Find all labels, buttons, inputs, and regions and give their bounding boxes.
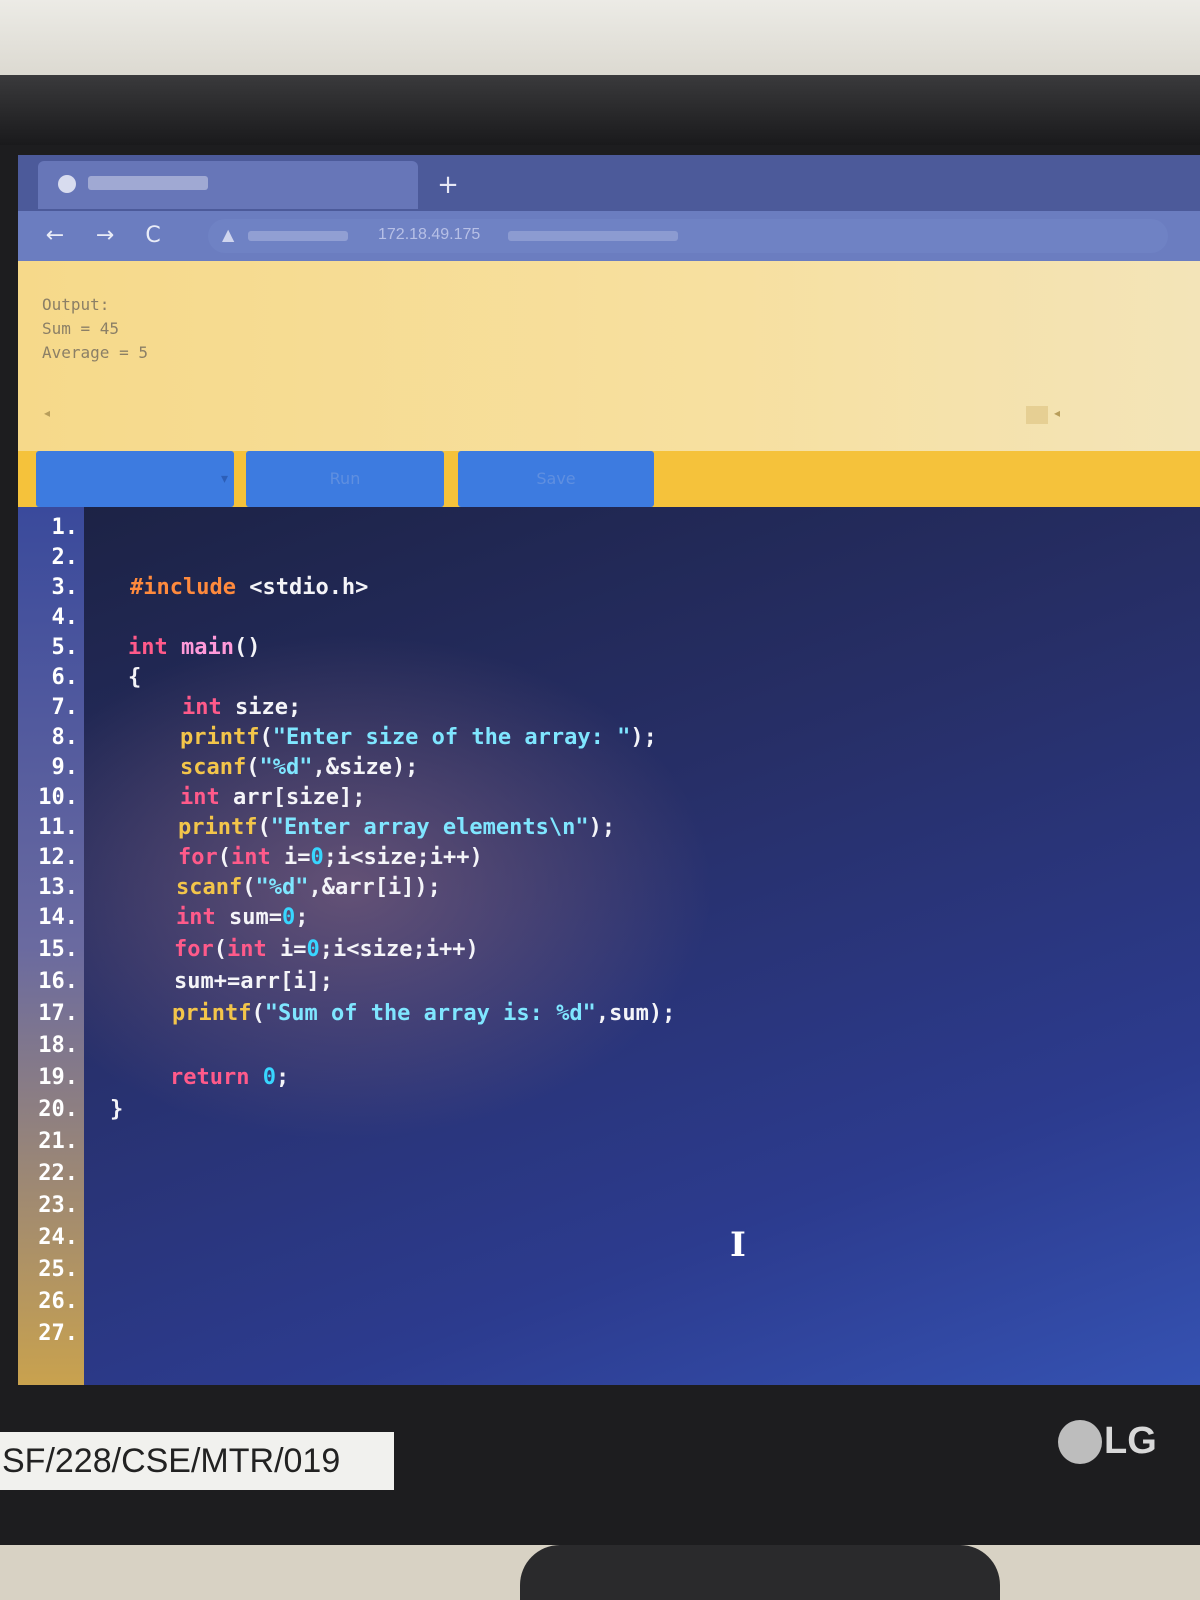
line-number: 17. <box>38 1001 78 1026</box>
line-number: 13. <box>38 875 78 900</box>
browser-toolbar: ← → C ▲ 172.18.49.175 <box>18 211 1200 261</box>
code-line-9: scanf("%d",&size); <box>180 755 419 780</box>
line-number: 4. <box>51 605 79 630</box>
line-number: 19. <box>38 1065 78 1090</box>
output-heading: Output: <box>42 295 110 314</box>
code-line-14: int sum=0; <box>176 905 309 930</box>
code-line-19: return 0; <box>170 1065 290 1090</box>
url-path-blurred <box>508 231 678 241</box>
tab-title-blurred <box>88 176 208 190</box>
line-number: 10. <box>38 785 78 810</box>
output-average-line: Average = 5 <box>42 343 148 362</box>
security-label-blurred <box>248 231 348 241</box>
url-text: 172.18.49.175 <box>378 226 481 243</box>
code-line-10: int arr[size]; <box>180 785 366 810</box>
code-line-8: printf("Enter size of the array: "); <box>180 725 657 750</box>
code-editor[interactable]: 1. 2. 3. 4. 5. 6. 7. 8. 9. 10. 11. 12. 13. 14. 15. 16. 1… <box>18 507 1200 1385</box>
output-sum-line: Sum = 45 <box>42 319 120 338</box>
output-panel: Output: Sum = 45 Average = 5 ◂ ◂ <box>18 261 1200 451</box>
text-cursor-icon: I <box>730 1225 746 1265</box>
line-number: 3. <box>51 575 79 600</box>
lg-logo-text: LG <box>1104 1420 1157 1462</box>
line-number: 9. <box>51 755 79 780</box>
code-line-15: for(int i=0;i<size;i++) <box>174 937 479 962</box>
save-button[interactable]: Save <box>458 451 654 507</box>
code-line-7: int size; <box>182 695 302 720</box>
line-number: 15. <box>38 937 78 962</box>
code-line-11: printf("Enter array elements\n"); <box>178 815 616 840</box>
controls-bar: ▾ Run Save <box>18 451 1200 507</box>
line-number: 12. <box>38 845 78 870</box>
asset-tag-sticker: SF/228/CSE/MTR/019 <box>0 1432 394 1490</box>
line-number: 26. <box>38 1289 78 1314</box>
back-arrow-icon[interactable]: ← <box>40 221 70 251</box>
code-line-3: #include <stdio.h> <box>130 575 369 600</box>
code-line-20: } <box>110 1097 124 1122</box>
code-line-17: printf("Sum of the array is: %d",sum); <box>172 1001 676 1026</box>
lg-logo-icon <box>1058 1420 1102 1464</box>
line-number: 11. <box>38 815 78 840</box>
monitor-screen: + ← → C ▲ 172.18.49.175 Output: Sum = 45… <box>18 155 1200 1385</box>
line-number: 24. <box>38 1225 78 1250</box>
monitor-stand <box>520 1545 1000 1600</box>
code-line-16: sum+=arr[i]; <box>174 969 333 994</box>
line-number: 8. <box>51 725 79 750</box>
code-line-12: for(int i=0;i<size;i++) <box>178 845 483 870</box>
line-number: 1. <box>51 515 79 540</box>
line-number: 2. <box>51 545 79 570</box>
line-number: 14. <box>38 905 78 930</box>
lg-logo: LG <box>1058 1418 1198 1468</box>
line-number: 27. <box>38 1321 78 1346</box>
line-number: 6. <box>51 665 79 690</box>
chevron-down-icon: ▾ <box>220 471 228 487</box>
globe-icon <box>58 175 76 193</box>
line-number-gutter: 1. 2. 3. 4. 5. 6. 7. 8. 9. 10. 11. 12. 13. 14. 15. 16. 1… <box>18 507 84 1385</box>
monitor-top-edge <box>0 75 1200 145</box>
code-line-5: int main() <box>128 635 261 660</box>
scrollbar-thumb[interactable] <box>1026 406 1048 424</box>
browser-tab-strip: + <box>18 155 1200 211</box>
not-secure-warning-icon[interactable]: ▲ <box>222 225 234 244</box>
address-bar[interactable]: ▲ 172.18.49.175 <box>208 219 1168 253</box>
reload-icon[interactable]: C <box>138 221 168 251</box>
line-number: 22. <box>38 1161 78 1186</box>
line-number: 25. <box>38 1257 78 1282</box>
scroll-right-icon[interactable]: ◂ <box>1054 406 1060 420</box>
browser-tab[interactable] <box>38 161 418 209</box>
forward-arrow-icon[interactable]: → <box>90 221 120 251</box>
line-number: 20. <box>38 1097 78 1122</box>
line-number: 5. <box>51 635 79 660</box>
line-number: 18. <box>38 1033 78 1058</box>
line-number: 23. <box>38 1193 78 1218</box>
language-select[interactable]: ▾ <box>36 451 234 507</box>
line-number: 16. <box>38 969 78 994</box>
scroll-left-icon[interactable]: ◂ <box>44 406 50 420</box>
line-number: 7. <box>51 695 79 720</box>
code-line-13: scanf("%d",&arr[i]); <box>176 875 441 900</box>
line-number: 21. <box>38 1129 78 1154</box>
run-button[interactable]: Run <box>246 451 444 507</box>
code-line-6: { <box>128 665 142 690</box>
new-tab-button[interactable]: + <box>428 165 468 205</box>
